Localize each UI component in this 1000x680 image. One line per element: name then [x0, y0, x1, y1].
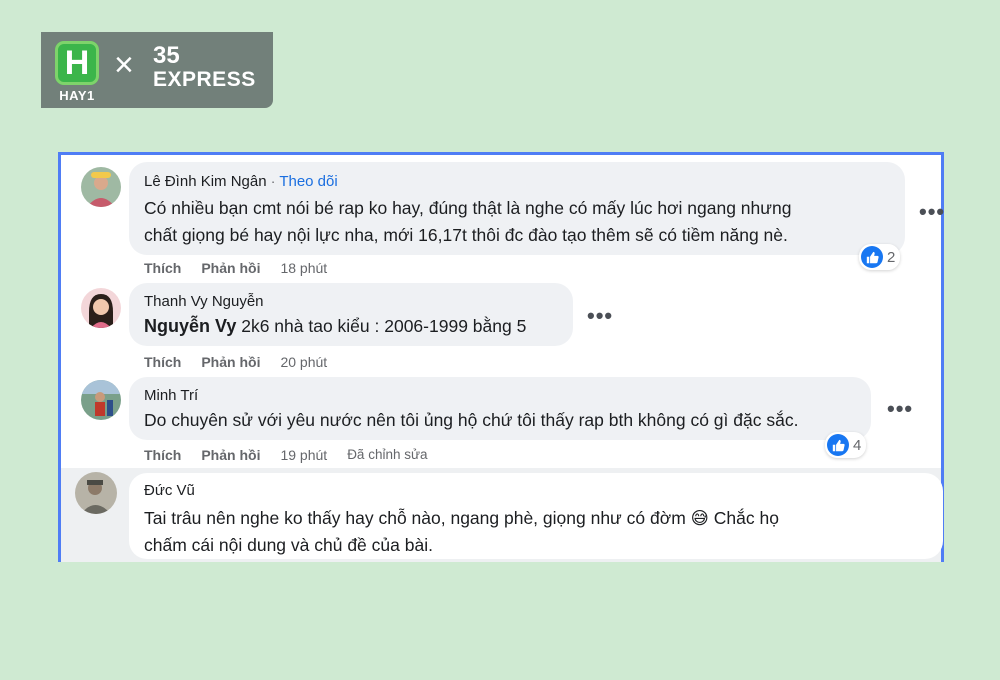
reply-button[interactable]: Phản hồi — [201, 260, 260, 276]
mention-link[interactable]: Nguyễn Vy — [144, 316, 236, 336]
comment-text-line: chất giọng bé hay nội lực nha, mới 16,17… — [144, 225, 788, 245]
comment-text: Tai trâu nên nghe ko thấy hay chỗ nào, n… — [144, 505, 934, 559]
avatar[interactable] — [81, 288, 121, 328]
comment-text-part: Tai trâu nên nghe ko thấy hay chỗ nào, n… — [144, 508, 686, 528]
comment-text-line: Có nhiều bạn cmt nói bé rap ko hay, đúng… — [144, 198, 792, 218]
hay1-logo-letter: H — [64, 43, 90, 82]
comment-actions: Thích Phản hồi 18 phút — [144, 260, 327, 276]
comment-actions: Thích Phản hồi 19 phút Đã chỉnh sửa — [144, 447, 428, 463]
comment-text-line: chấm cái nội dung và chủ đề của bài. — [144, 535, 433, 555]
reply-button[interactable]: Phản hồi — [201, 354, 260, 370]
separator-dot: · — [270, 173, 276, 189]
like-button[interactable]: Thích — [144, 447, 181, 463]
comment-timestamp[interactable]: 18 phút — [280, 260, 327, 276]
comment-actions: Thích Phản hồi 20 phút — [144, 354, 327, 370]
comment-author[interactable]: Đức Vũ — [144, 482, 195, 500]
brand-badge: H HAY1 × 35 EXPRESS — [41, 32, 273, 108]
reaction-summary[interactable]: 4 — [825, 432, 867, 458]
like-button[interactable]: Thích — [144, 260, 181, 276]
comment-timestamp[interactable]: 19 phút — [280, 447, 327, 463]
comment-bubble: Thanh Vy Nguyễn Nguyễn Vy 2k6 nhà tao ki… — [129, 283, 573, 346]
comment-text: Nguyễn Vy 2k6 nhà tao kiểu : 2006-1999 b… — [144, 313, 559, 340]
comment-author[interactable]: Lê Đình Kim Ngân — [144, 173, 267, 190]
comment-bubble: Lê Đình Kim Ngân · Theo dõi Có nhiều bạn… — [129, 162, 905, 255]
reaction-summary[interactable]: 2 — [859, 244, 901, 270]
comment-author[interactable]: Thanh Vy Nguyễn — [144, 293, 559, 311]
partner-name-line2: EXPRESS — [153, 68, 256, 91]
comment-bubble: Minh Trí Do chuyên sử với yêu nước nên t… — [129, 377, 871, 440]
comment-text-body: 2k6 nhà tao kiểu : 2006-1999 bằng 5 — [236, 316, 527, 336]
avatar[interactable] — [81, 380, 121, 420]
avatar[interactable] — [75, 472, 117, 514]
collab-separator: × — [114, 46, 134, 84]
partner-name-line1: 35 — [153, 42, 180, 69]
more-options-button[interactable]: ••• — [887, 398, 913, 420]
like-reaction-icon — [861, 246, 883, 268]
comment-bubble: Đức Vũ Tai trâu nên nghe ko thấy hay chỗ… — [129, 473, 943, 559]
hay1-caption: HAY1 — [59, 88, 95, 103]
comment-text-part: Chắc họ — [708, 508, 779, 528]
like-reaction-icon — [827, 434, 849, 456]
comments-panel: Lê Đình Kim Ngân · Theo dõi Có nhiều bạn… — [58, 152, 944, 562]
grinning-sweat-emoji-icon: 😅 — [690, 508, 709, 528]
reaction-count: 4 — [853, 436, 862, 454]
avatar[interactable] — [81, 167, 121, 207]
hay1-logo: H — [55, 41, 99, 85]
edited-label[interactable]: Đã chỉnh sửa — [347, 447, 427, 463]
comment-author[interactable]: Minh Trí — [144, 387, 857, 405]
follow-link[interactable]: Theo dõi — [279, 173, 337, 190]
comment-timestamp[interactable]: 20 phút — [280, 354, 327, 370]
comment-text: Do chuyên sử với yêu nước nên tôi ủng hộ… — [144, 410, 799, 430]
comment-item-highlighted: Đức Vũ Tai trâu nên nghe ko thấy hay chỗ… — [61, 468, 943, 562]
comment-text-line: Tai trâu nên nghe ko thấy hay chỗ nào, n… — [144, 505, 934, 532]
reaction-count: 2 — [887, 248, 896, 266]
like-button[interactable]: Thích — [144, 354, 181, 370]
comment-text: Có nhiều bạn cmt nói bé rap ko hay, đúng… — [144, 195, 891, 249]
reply-button[interactable]: Phản hồi — [201, 447, 260, 463]
more-options-button[interactable]: ••• — [587, 305, 613, 327]
more-options-button[interactable]: ••• — [919, 201, 945, 223]
